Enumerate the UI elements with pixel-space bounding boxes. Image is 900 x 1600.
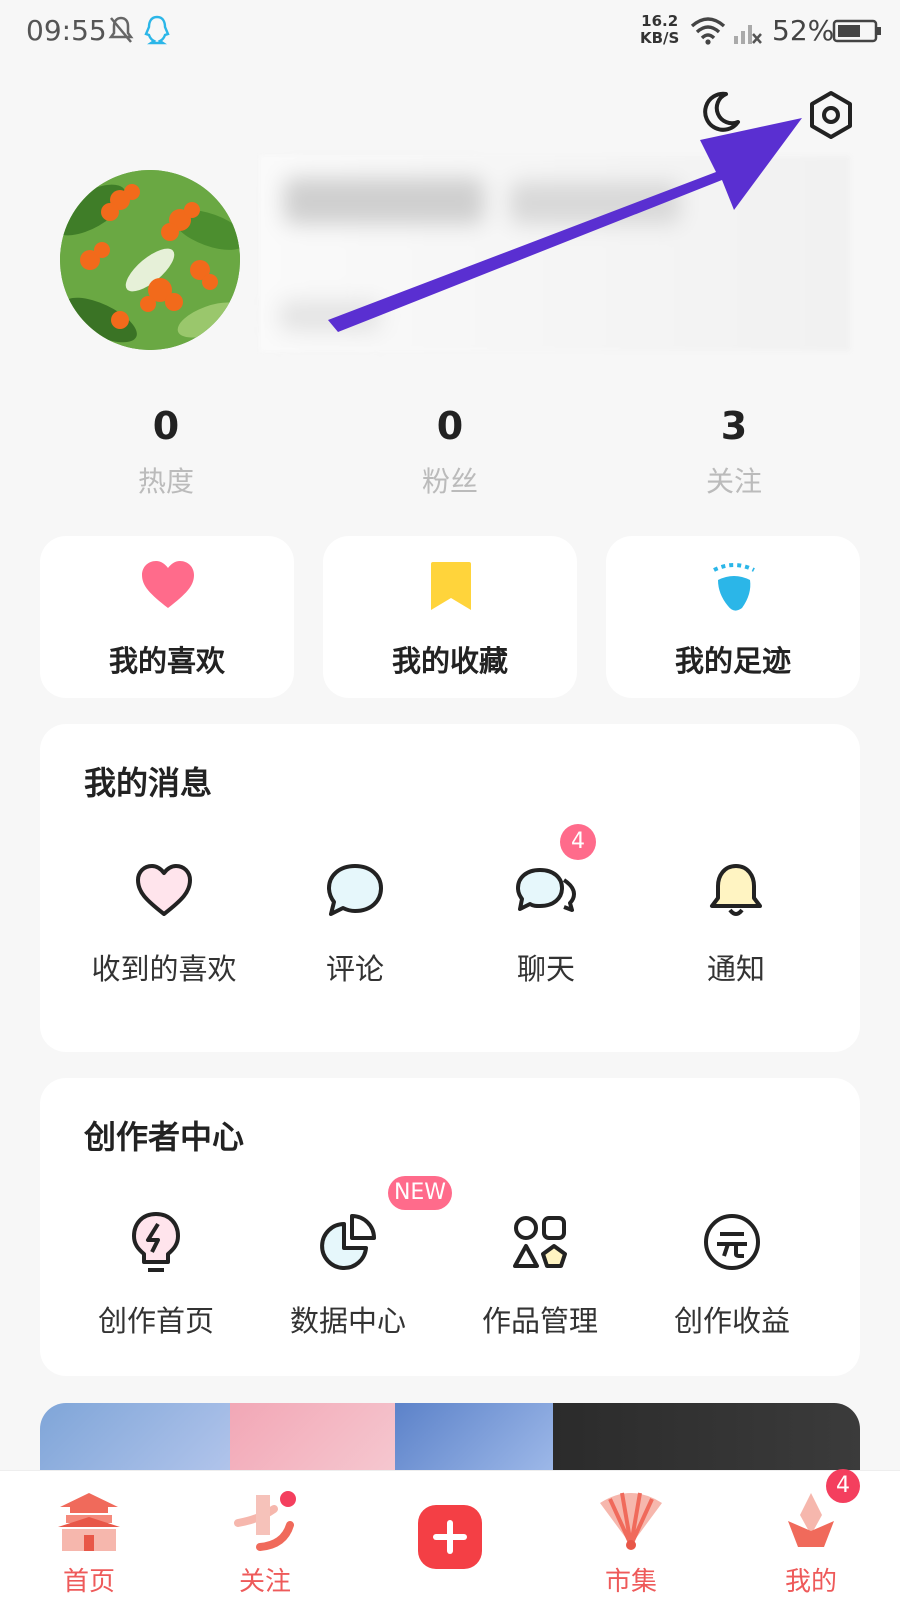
stat-label: 粉丝 xyxy=(421,465,478,498)
my-favorites-card[interactable]: 我的收藏 xyxy=(323,536,577,698)
footprint-icon xyxy=(713,563,755,611)
my-likes-card[interactable]: 我的喜欢 xyxy=(40,536,294,698)
received-likes-label: 收到的喜欢 xyxy=(91,952,237,986)
messages-title: 我的消息 xyxy=(84,764,213,802)
pie-chart-icon xyxy=(320,1214,376,1270)
stat-fans[interactable]: 0 粉丝 xyxy=(350,404,550,500)
bottom-nav: 首页 关注 市集 我的 4 xyxy=(0,1469,900,1600)
chat-badge: 4 xyxy=(560,824,596,860)
net-speed: 16.2 KB/S xyxy=(640,13,679,47)
creator-home-label: 创作首页 xyxy=(97,1304,214,1338)
status-bar: 09:55 16.2 KB/S 52% xyxy=(0,0,900,66)
notifications-label: 通知 xyxy=(706,952,765,986)
fan-icon xyxy=(600,1492,662,1550)
nav-follow-label: 关注 xyxy=(238,1567,291,1597)
comment-icon xyxy=(327,864,383,916)
status-time: 09:55 xyxy=(26,14,107,47)
shapes-icon xyxy=(513,1216,567,1268)
heart-icon xyxy=(142,561,194,608)
yuan-coin-icon xyxy=(704,1214,760,1270)
battery-percent: 52% xyxy=(772,14,835,47)
nav-home-label: 首页 xyxy=(62,1567,115,1597)
plus-icon xyxy=(433,1520,467,1554)
stat-value: 3 xyxy=(720,404,748,448)
nav-profile-badge: 4 xyxy=(826,1469,860,1503)
bookmark-icon xyxy=(431,562,471,610)
new-badge: NEW xyxy=(388,1176,452,1210)
avatar[interactable] xyxy=(60,170,240,350)
comments-item[interactable]: 评论 xyxy=(255,856,455,988)
creator-title: 创作者中心 xyxy=(84,1118,245,1156)
nav-market[interactable]: 市集 xyxy=(556,1471,706,1600)
qq-icon xyxy=(144,15,170,45)
creator-earnings-item[interactable]: 创作收益 xyxy=(632,1208,832,1340)
my-favorites-label: 我的收藏 xyxy=(391,644,508,678)
nav-home[interactable]: 首页 xyxy=(14,1471,164,1600)
stat-following[interactable]: 3 关注 xyxy=(634,404,834,500)
net-speed-unit: KB/S xyxy=(640,29,680,47)
stat-value: 0 xyxy=(436,404,464,448)
received-likes-item[interactable]: 收到的喜欢 xyxy=(64,856,264,988)
stat-value: 0 xyxy=(152,404,180,448)
nav-profile-label: 我的 xyxy=(784,1567,837,1597)
stat-heat[interactable]: 0 热度 xyxy=(66,404,266,500)
avatar-image xyxy=(60,170,240,350)
lightbulb-icon xyxy=(132,1212,180,1272)
my-likes-label: 我的喜欢 xyxy=(108,644,225,678)
creator-earnings-label: 创作收益 xyxy=(673,1304,790,1338)
wifi-icon xyxy=(690,17,726,45)
works-management-label: 作品管理 xyxy=(481,1304,598,1338)
nav-profile[interactable]: 我的 4 xyxy=(736,1469,886,1600)
creator-home-item[interactable]: 创作首页 xyxy=(56,1208,256,1340)
mute-icon xyxy=(108,16,134,43)
stat-label: 热度 xyxy=(137,465,194,498)
messages-section: 我的消息 收到的喜欢 评论 聊天 4 通知 xyxy=(40,724,860,1052)
heart-outline-icon xyxy=(136,864,192,916)
stat-label: 关注 xyxy=(705,465,762,498)
my-footprints-label: 我的足迹 xyxy=(674,644,791,678)
palace-icon xyxy=(58,1493,120,1551)
works-management-item[interactable]: 作品管理 xyxy=(440,1208,640,1340)
bell-icon xyxy=(710,864,762,916)
nav-market-label: 市集 xyxy=(604,1567,657,1597)
net-speed-value: 16.2 xyxy=(641,12,679,30)
data-center-label: 数据中心 xyxy=(289,1304,406,1338)
creator-section: 创作者中心 创作首页 数据中心 NEW 作品管理 创作收益 xyxy=(40,1078,860,1376)
data-center-item[interactable]: 数据中心 NEW xyxy=(248,1176,452,1340)
battery-icon xyxy=(832,19,881,43)
nav-follow[interactable]: 关注 xyxy=(190,1471,340,1600)
follow-icon xyxy=(234,1491,296,1551)
my-footprints-card[interactable]: 我的足迹 xyxy=(606,536,860,698)
chat-item[interactable]: 聊天 4 xyxy=(446,824,646,988)
comments-label: 评论 xyxy=(325,952,384,986)
notifications-item[interactable]: 通知 xyxy=(636,856,836,988)
signal-icon xyxy=(734,25,762,44)
chat-label: 聊天 xyxy=(516,952,575,986)
chat-icon xyxy=(516,868,576,912)
create-plus-button[interactable] xyxy=(418,1505,482,1569)
annotation-arrow xyxy=(328,118,802,332)
